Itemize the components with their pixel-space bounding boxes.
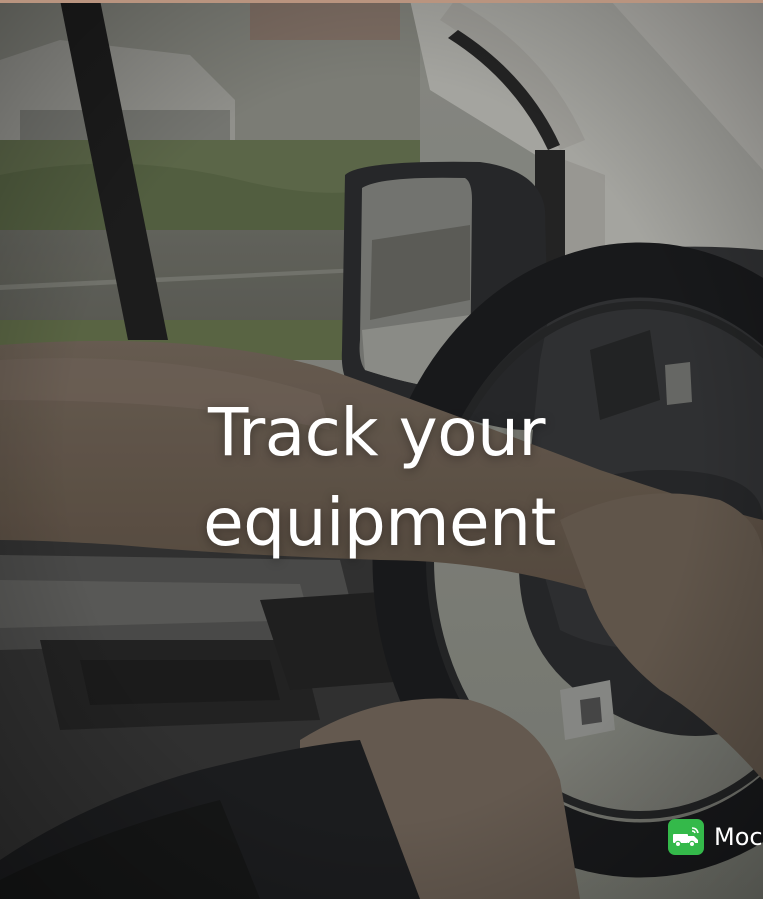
top-edge-strip	[0, 0, 763, 3]
headline: Track your equipment	[0, 388, 763, 568]
badge-label: Moc	[714, 823, 763, 851]
delivery-truck-icon	[668, 819, 704, 855]
app-badge: Moc	[668, 818, 763, 856]
headline-line-2: equipment	[203, 484, 556, 561]
headline-line-1: Track your	[207, 394, 546, 471]
